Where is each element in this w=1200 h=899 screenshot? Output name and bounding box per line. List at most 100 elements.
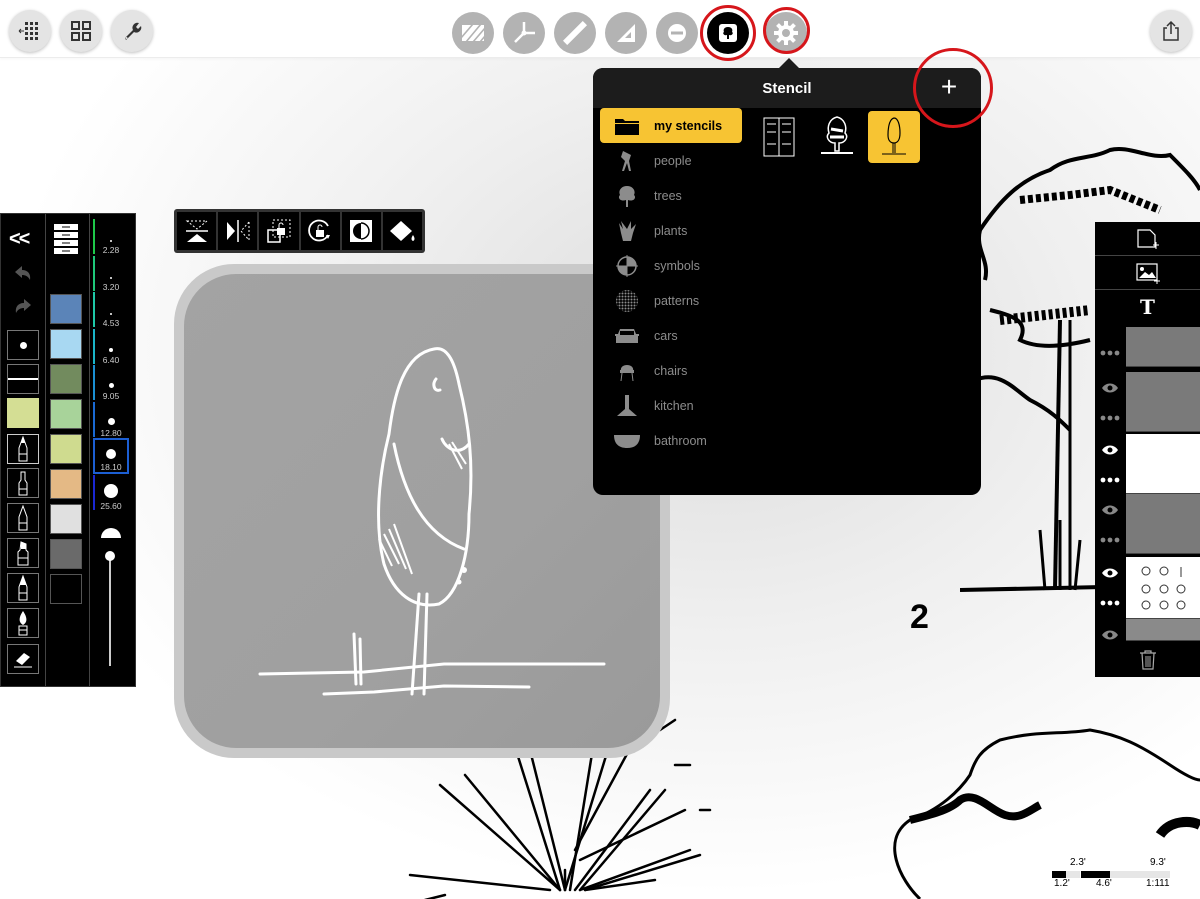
visibility-eye-icon[interactable] (1095, 434, 1125, 465)
color-swatch[interactable] (50, 574, 82, 604)
layer-thumbnail[interactable] (1126, 434, 1200, 494)
invert-button[interactable] (341, 212, 381, 250)
visibility-eye-icon[interactable] (1095, 619, 1125, 650)
image-layer-button[interactable] (1095, 256, 1200, 290)
eraser-tool[interactable] (7, 644, 39, 674)
triangle-ruler-icon (617, 24, 635, 42)
stencil-category-bathroom[interactable]: bathroom (600, 423, 742, 458)
color-swatch[interactable] (50, 539, 82, 569)
brush-size-option[interactable]: 18.10 (93, 438, 129, 474)
add-button-highlight-ring (913, 48, 993, 128)
layer-thumbnail[interactable] (1126, 327, 1200, 367)
stencil-category-chairs[interactable]: chairs (600, 353, 742, 388)
layer-options-icon[interactable] (1095, 587, 1125, 618)
layer-thumbnail[interactable] (1126, 494, 1200, 554)
color-swatch[interactable] (50, 329, 82, 359)
stencil-category-cars[interactable]: cars (600, 318, 742, 353)
cypress-tree-drawing (258, 347, 606, 696)
layer-options-icon[interactable] (1095, 402, 1125, 433)
visibility-eye-icon[interactable] (1095, 494, 1125, 525)
opacity-slider-track[interactable] (109, 554, 111, 666)
color-swatch[interactable] (50, 469, 82, 499)
set-square-button[interactable] (605, 12, 647, 54)
hatch-button[interactable] (452, 12, 494, 54)
fine-pen-tool[interactable] (7, 434, 39, 464)
new-layer-button[interactable] (1095, 222, 1200, 256)
flip-horizontal-button[interactable] (218, 212, 258, 250)
scale-segment (1081, 871, 1110, 878)
stencil-category-people[interactable]: people (600, 143, 742, 178)
fineliner-tool[interactable] (7, 468, 39, 498)
gallery-button[interactable] (60, 10, 102, 52)
palette-menu-icon[interactable] (54, 224, 78, 254)
color-fill-tool[interactable] (7, 398, 39, 428)
fill-button[interactable] (382, 212, 423, 250)
brush-size-option[interactable]: 25.60 (93, 475, 129, 511)
ruler-button[interactable] (554, 12, 596, 54)
collapse-panel-button[interactable]: << (9, 228, 30, 251)
color-swatch[interactable] (50, 504, 82, 534)
brush-size-option[interactable]: 6.40 (93, 329, 129, 365)
color-swatch[interactable] (50, 294, 82, 324)
settings-button[interactable] (111, 10, 153, 52)
category-label: patterns (654, 293, 700, 308)
stencil-thumb-door[interactable] (753, 111, 805, 163)
text-layer-button[interactable]: T (1095, 290, 1200, 324)
category-label: kitchen (654, 398, 694, 413)
line-brush-tool[interactable] (7, 364, 39, 394)
hide-grid-button[interactable] (9, 10, 51, 52)
redo-icon[interactable] (13, 297, 33, 315)
brush-size-option[interactable]: 4.53 (93, 292, 129, 328)
scale-label: 9.3' (1150, 857, 1166, 868)
panel-divider (45, 214, 46, 686)
dot-brush-icon (19, 341, 27, 349)
size-dot-large[interactable] (101, 528, 121, 538)
perspective-button[interactable] (503, 12, 545, 54)
brush-size-option[interactable]: 12.80 (93, 402, 129, 438)
color-swatch[interactable] (50, 399, 82, 429)
marker-tool[interactable] (7, 538, 39, 568)
car-icon (600, 326, 654, 346)
fineliner-icon (18, 471, 28, 496)
brush-size-option[interactable]: 9.05 (93, 365, 129, 401)
visibility-eye-icon[interactable] (1095, 372, 1125, 403)
stencil-category-trees[interactable]: trees (600, 178, 742, 213)
stencil-category-patterns[interactable]: patterns (600, 283, 742, 318)
share-button[interactable] (1150, 10, 1192, 52)
layer-options-icon[interactable] (1095, 464, 1125, 495)
opacity-slider-handle[interactable] (105, 551, 115, 561)
category-label: bathroom (654, 433, 707, 448)
flip-vertical-button[interactable] (177, 212, 217, 250)
visibility-eye-icon[interactable] (1095, 557, 1125, 588)
color-swatch[interactable] (50, 364, 82, 394)
ellipse-guide-button[interactable] (656, 12, 698, 54)
stencil-body[interactable] (184, 274, 660, 748)
undo-icon[interactable] (13, 264, 33, 282)
category-label: people (654, 153, 692, 168)
brush-size-option[interactable]: 3.20 (93, 256, 129, 292)
layer-thumbnail[interactable] (1126, 557, 1200, 619)
brush-size-option[interactable]: 2.28 (93, 219, 129, 255)
color-swatch[interactable] (50, 434, 82, 464)
stencil-category-list: my stencils people trees plants symbols patte… (600, 108, 742, 458)
stencil-thumb-cypress[interactable] (868, 111, 920, 163)
brush-tool[interactable] (7, 608, 39, 638)
stencil-category-symbols[interactable]: symbols (600, 248, 742, 283)
unlock-scale-button[interactable] (259, 212, 299, 250)
stencil-thumb-tree[interactable] (811, 111, 863, 163)
unlock-rotate-button[interactable] (300, 212, 340, 250)
new-page-icon (1136, 228, 1159, 249)
pencil-tool[interactable] (7, 503, 39, 533)
felt-pen-icon (18, 575, 28, 601)
stencil-category-plants[interactable]: plants (600, 213, 742, 248)
trash-icon[interactable] (1139, 650, 1157, 670)
stencil-category-kitchen[interactable]: kitchen (600, 388, 742, 423)
layer-thumbnail[interactable] (1126, 619, 1200, 641)
stencil-category-my-stencils[interactable]: my stencils (600, 108, 742, 143)
scale-bar: 2.3' 9.3' 1.2' 4.6' 1:111 (1050, 857, 1180, 893)
layer-options-icon[interactable] (1095, 337, 1125, 368)
layer-thumbnail[interactable] (1126, 372, 1200, 432)
felt-pen-tool[interactable] (7, 573, 39, 603)
dot-brush-tool[interactable] (7, 330, 39, 360)
layer-options-icon[interactable] (1095, 524, 1125, 555)
